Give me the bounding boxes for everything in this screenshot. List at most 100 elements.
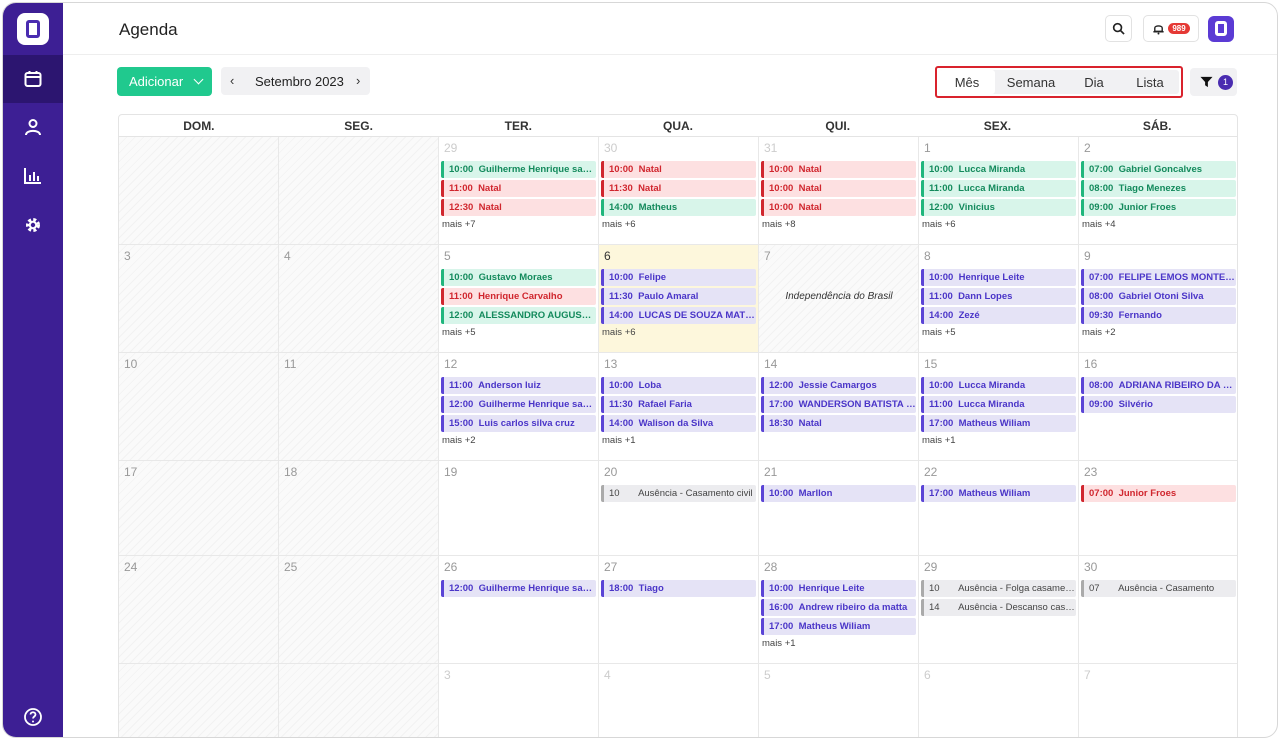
- calendar-day[interactable]: 20 10 Ausência - Casamento civil: [599, 461, 759, 555]
- calendar-day[interactable]: 27 18:00 Tiago: [599, 556, 759, 663]
- calendar-day[interactable]: 13 10:00 Loba 11:30 Rafael Faria 14:00 Wali…: [599, 353, 759, 460]
- more-events-link[interactable]: mais +6: [602, 219, 636, 230]
- more-events-link[interactable]: mais +1: [602, 435, 636, 446]
- calendar-day[interactable]: 9 07:00 FELIPE LEMOS MONTEIRO 08:00 Gabrie…: [1079, 245, 1237, 352]
- calendar-day[interactable]: [119, 664, 279, 737]
- calendar-day[interactable]: 24: [119, 556, 279, 663]
- search-button[interactable]: [1105, 15, 1132, 42]
- calendar-event[interactable]: 10:00 Guilherme Henrique santos: [441, 161, 596, 178]
- calendar-day[interactable]: 3: [439, 664, 599, 737]
- calendar-event[interactable]: 12:00 ALESSANDRO AUGUSTO ...: [441, 307, 596, 324]
- calendar-day[interactable]: 31 10:00 Natal 10:00 Natal 10:00 Natal mais …: [759, 137, 919, 244]
- view-week-button[interactable]: Semana: [995, 70, 1067, 94]
- more-events-link[interactable]: mais +1: [762, 638, 796, 649]
- calendar-event[interactable]: 10 Ausência - Casamento civil: [601, 485, 756, 502]
- calendar-event[interactable]: 08:00 ADRIANA RIBEIRO DA MA...: [1081, 377, 1236, 394]
- next-month-button[interactable]: ›: [356, 73, 360, 88]
- calendar-event[interactable]: 14:00 Zezé: [921, 307, 1076, 324]
- calendar-day[interactable]: 5: [759, 664, 919, 737]
- calendar-day[interactable]: 5 10:00 Gustavo Moraes 11:00 Henrique Carv…: [439, 245, 599, 352]
- calendar-event[interactable]: 10:00 Lucca Miranda: [921, 377, 1076, 394]
- calendar-event[interactable]: 17:00 Matheus Wiliam: [921, 415, 1076, 432]
- calendar-day[interactable]: 29 10:00 Guilherme Henrique santos 11:00 N…: [439, 137, 599, 244]
- calendar-day[interactable]: 1 10:00 Lucca Miranda 11:00 Lucca Miranda 1…: [919, 137, 1079, 244]
- calendar-event[interactable]: 17:00 Matheus Wiliam: [921, 485, 1076, 502]
- calendar-event[interactable]: 09:00 Silvério: [1081, 396, 1236, 413]
- calendar-event[interactable]: 12:00 Guilherme Henrique santos: [441, 396, 596, 413]
- calendar-day[interactable]: 21 10:00 Marllon: [759, 461, 919, 555]
- account-logo-icon[interactable]: [1208, 16, 1234, 42]
- calendar-event[interactable]: 11:00 Lucca Miranda: [921, 180, 1076, 197]
- add-button[interactable]: Adicionar: [117, 67, 212, 96]
- prev-month-button[interactable]: ‹: [230, 73, 234, 88]
- calendar-day[interactable]: 26 12:00 Guilherme Henrique santos: [439, 556, 599, 663]
- calendar-day[interactable]: 16 08:00 ADRIANA RIBEIRO DA MA... 09:00 Si…: [1079, 353, 1237, 460]
- calendar-event[interactable]: 08:00 Gabriel Otoni Silva: [1081, 288, 1236, 305]
- calendar-event[interactable]: 11:30 Rafael Faria: [601, 396, 756, 413]
- calendar-event[interactable]: 10 Ausência - Folga casamento: [921, 580, 1076, 597]
- calendar-event[interactable]: 10:00 Natal: [761, 161, 916, 178]
- more-events-link[interactable]: mais +6: [922, 219, 956, 230]
- calendar-day[interactable]: [119, 137, 279, 244]
- calendar-day[interactable]: 15 10:00 Lucca Miranda 11:00 Lucca Miranda…: [919, 353, 1079, 460]
- calendar-event[interactable]: 14 Ausência - Descanso casamento: [921, 599, 1076, 616]
- calendar-day[interactable]: 7: [1079, 664, 1237, 737]
- more-events-link[interactable]: mais +8: [762, 219, 796, 230]
- app-logo-icon[interactable]: [17, 13, 49, 45]
- calendar-event[interactable]: 07 Ausência - Casamento: [1081, 580, 1236, 597]
- sidebar-item-settings[interactable]: [3, 201, 63, 249]
- calendar-event[interactable]: 07:00 Junior Froes: [1081, 485, 1236, 502]
- calendar-event[interactable]: 10:00 Henrique Leite: [921, 269, 1076, 286]
- calendar-event[interactable]: 14:00 Matheus: [601, 199, 756, 216]
- sidebar-item-users[interactable]: [3, 103, 63, 151]
- more-events-link[interactable]: mais +5: [442, 327, 476, 338]
- calendar-event[interactable]: 11:00 Natal: [441, 180, 596, 197]
- calendar-event[interactable]: 12:00 Vinicius: [921, 199, 1076, 216]
- calendar-event[interactable]: 17:00 Matheus Wiliam: [761, 618, 916, 635]
- calendar-day[interactable]: 11: [279, 353, 439, 460]
- calendar-day[interactable]: 17: [119, 461, 279, 555]
- calendar-event[interactable]: 15:00 Luis carlos silva cruz: [441, 415, 596, 432]
- calendar-event[interactable]: 17:00 WANDERSON BATISTA D...: [761, 396, 916, 413]
- calendar-event[interactable]: 11:30 Natal: [601, 180, 756, 197]
- calendar-event[interactable]: 09:00 Junior Froes: [1081, 199, 1236, 216]
- calendar-event[interactable]: 10:00 Natal: [761, 199, 916, 216]
- calendar-day[interactable]: 4: [279, 245, 439, 352]
- calendar-day[interactable]: 22 17:00 Matheus Wiliam: [919, 461, 1079, 555]
- calendar-day[interactable]: 29 10 Ausência - Folga casamento 14 Ausênc…: [919, 556, 1079, 663]
- calendar-event[interactable]: 10:00 Felipe: [601, 269, 756, 286]
- calendar-day[interactable]: 10: [119, 353, 279, 460]
- calendar-day[interactable]: 4: [599, 664, 759, 737]
- more-events-link[interactable]: mais +2: [1082, 327, 1116, 338]
- calendar-event[interactable]: 11:00 Dann Lopes: [921, 288, 1076, 305]
- calendar-day[interactable]: 18: [279, 461, 439, 555]
- calendar-event[interactable]: 07:00 FELIPE LEMOS MONTEIRO: [1081, 269, 1236, 286]
- calendar-event[interactable]: 12:00 Jessie Camargos: [761, 377, 916, 394]
- calendar-day[interactable]: 12 11:00 Anderson luiz 12:00 Guilherme Hen…: [439, 353, 599, 460]
- filter-button[interactable]: 1: [1190, 68, 1237, 96]
- more-events-link[interactable]: mais +5: [922, 327, 956, 338]
- calendar-day[interactable]: 6: [919, 664, 1079, 737]
- sidebar-item-help[interactable]: [3, 693, 63, 737]
- more-events-link[interactable]: mais +7: [442, 219, 476, 230]
- calendar-day[interactable]: 28 10:00 Henrique Leite 16:00 Andrew ribei…: [759, 556, 919, 663]
- sidebar-item-reports[interactable]: [3, 152, 63, 200]
- calendar-event[interactable]: 11:00 Lucca Miranda: [921, 396, 1076, 413]
- calendar-event[interactable]: 14:00 Walison da Silva: [601, 415, 756, 432]
- calendar-event[interactable]: 10:00 Marllon: [761, 485, 916, 502]
- calendar-event[interactable]: 08:00 Tiago Menezes: [1081, 180, 1236, 197]
- calendar-event[interactable]: 11:00 Anderson luiz: [441, 377, 596, 394]
- calendar-event[interactable]: 10:00 Loba: [601, 377, 756, 394]
- calendar-event[interactable]: 09:30 Fernando: [1081, 307, 1236, 324]
- calendar-day[interactable]: [279, 664, 439, 737]
- calendar-event[interactable]: 10:00 Gustavo Moraes: [441, 269, 596, 286]
- more-events-link[interactable]: mais +2: [442, 435, 476, 446]
- calendar-day[interactable]: 14 12:00 Jessie Camargos 17:00 WANDERSON B…: [759, 353, 919, 460]
- view-month-button[interactable]: Mês: [939, 70, 995, 94]
- calendar-day[interactable]: [279, 137, 439, 244]
- calendar-event[interactable]: 12:00 Guilherme Henrique santos: [441, 580, 596, 597]
- notifications-button[interactable]: 989: [1143, 15, 1199, 42]
- calendar-day[interactable]: 19: [439, 461, 599, 555]
- calendar-day[interactable]: 8 10:00 Henrique Leite 11:00 Dann Lopes 14:…: [919, 245, 1079, 352]
- calendar-event[interactable]: 10:00 Natal: [601, 161, 756, 178]
